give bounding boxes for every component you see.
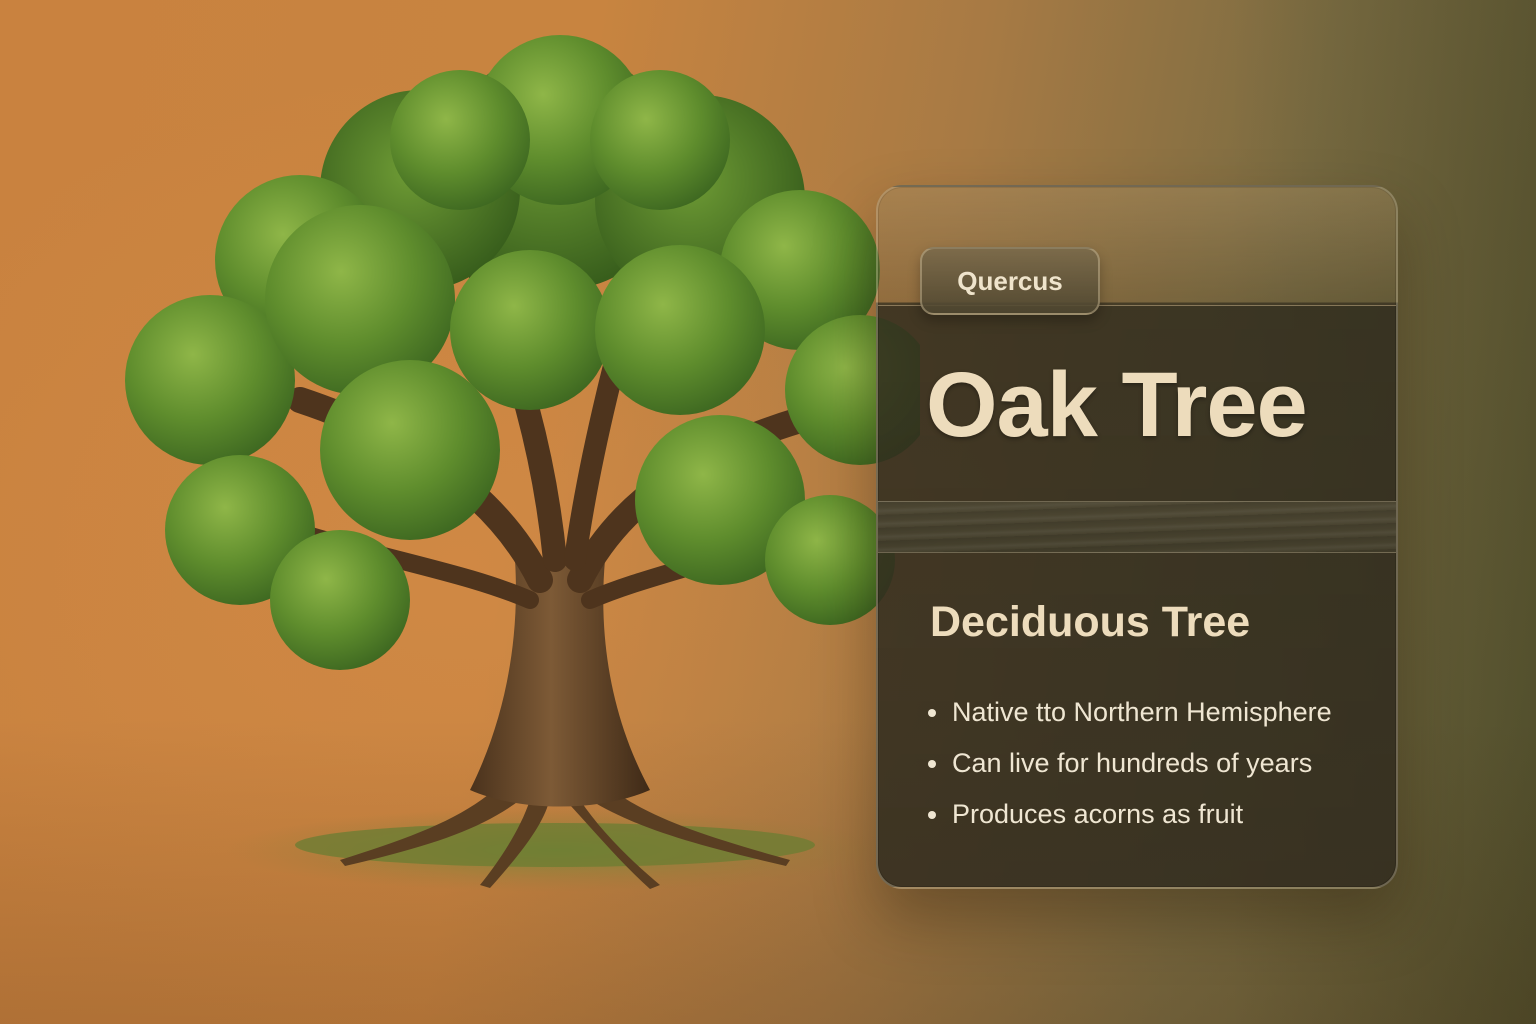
fact-item: Native tto Northern Hemisphere (928, 687, 1332, 738)
genus-badge: Quercus (920, 247, 1100, 315)
bullet-icon (928, 810, 936, 819)
oak-tree-illustration (125, 35, 920, 892)
fact-item: Produces acorns as fruit (928, 789, 1332, 840)
fact-item: Can live for hundreds of years (928, 738, 1332, 789)
card-title: Oak Tree (926, 354, 1308, 456)
card-subtitle: Deciduous Tree (930, 598, 1251, 646)
wood-grain-divider (878, 501, 1396, 553)
fact-text: Can live for hundreds of years (952, 748, 1313, 778)
fact-text: Produces acorns as fruit (952, 799, 1244, 829)
facts-list: Native tto Northern Hemisphere Can live … (928, 687, 1332, 840)
bullet-icon (928, 759, 936, 768)
fact-text: Native tto Northern Hemisphere (952, 697, 1332, 727)
info-card: Quercus Oak Tree Deciduous Tree Native t… (876, 185, 1398, 889)
bullet-icon (928, 708, 936, 717)
